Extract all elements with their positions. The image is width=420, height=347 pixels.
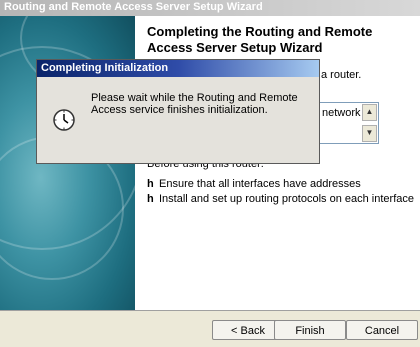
page-title: Completing the Routing and Remote Access…: [147, 24, 373, 55]
bullet-text: Install and set up routing protocols on …: [159, 193, 414, 205]
partial-router-text: a router.: [321, 69, 362, 81]
cancel-button[interactable]: Cancel: [346, 320, 418, 340]
scroll-down-icon[interactable]: ▼: [362, 125, 377, 142]
finish-button[interactable]: Finish: [274, 320, 346, 340]
clock-icon: [53, 109, 75, 131]
window-titlebar[interactable]: Routing and Remote Access Server Setup W…: [0, 0, 420, 16]
list-item: network: [322, 107, 361, 119]
scroll-up-icon[interactable]: ▲: [362, 104, 377, 121]
bullet-marker: h: [147, 178, 154, 190]
button-bar: < Back Finish Cancel: [0, 310, 420, 347]
summary-list-box[interactable]: network ▲ ▼: [317, 102, 379, 144]
dialog-titlebar[interactable]: Completing Initialization: [37, 60, 319, 77]
bullet-marker: h: [147, 193, 154, 205]
progress-dialog: Completing Initialization Please wait wh…: [36, 59, 320, 164]
bullet-text: Ensure that all interfaces have addresse…: [159, 178, 361, 190]
dialog-title: Completing Initialization: [41, 62, 169, 74]
dialog-message: Please wait while the Routing and Remote…: [91, 92, 298, 116]
window-title: Routing and Remote Access Server Setup W…: [4, 1, 263, 13]
